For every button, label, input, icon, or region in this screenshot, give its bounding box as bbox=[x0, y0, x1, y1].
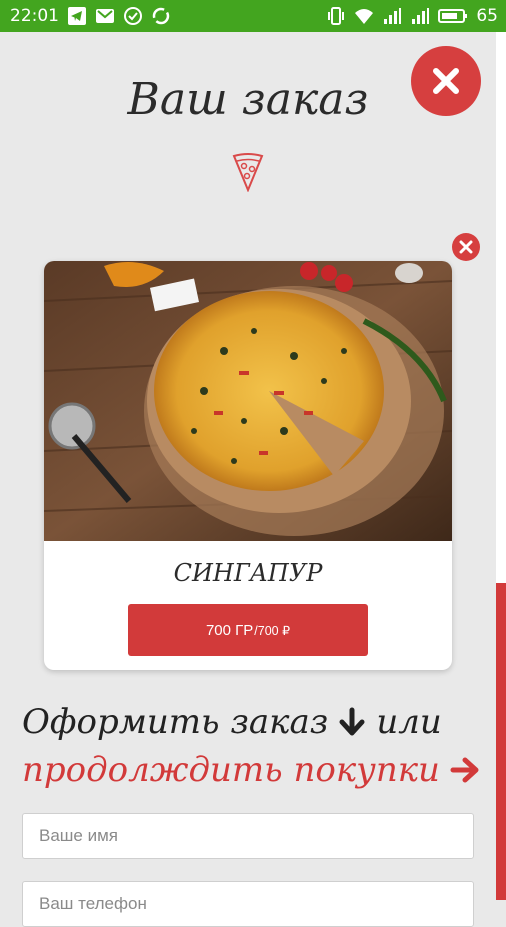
status-time: 22:01 bbox=[10, 6, 59, 26]
arrow-down-icon bbox=[338, 707, 366, 737]
check-circle-icon bbox=[123, 6, 143, 26]
signal-1-icon bbox=[382, 6, 402, 26]
remove-item-button[interactable] bbox=[452, 233, 480, 261]
pizza-photo bbox=[44, 261, 452, 541]
price-button[interactable]: 700 ГР/700 ₽ bbox=[128, 604, 368, 656]
checkout-heading: Оформить заказ или bbox=[22, 702, 442, 742]
status-bar-right: 65 bbox=[326, 6, 498, 26]
or-label: или bbox=[376, 702, 442, 742]
battery-level: 65 bbox=[476, 6, 498, 26]
page-title: Ваш заказ bbox=[127, 74, 369, 125]
checkout-label: Оформить заказ bbox=[22, 702, 329, 742]
status-bar-left: 22:01 bbox=[10, 6, 171, 26]
battery-icon bbox=[438, 6, 468, 26]
continue-shopping-label: продолждить покупки bbox=[22, 750, 440, 790]
pizza-slice-icon bbox=[232, 153, 264, 192]
continue-shopping-link[interactable]: продолждить покупки bbox=[22, 750, 490, 790]
telegram-icon bbox=[67, 6, 87, 26]
wifi-icon bbox=[354, 6, 374, 26]
item-name: СИНГАПУР bbox=[173, 559, 323, 587]
close-icon bbox=[459, 240, 473, 254]
phone-input[interactable] bbox=[22, 881, 474, 927]
sync-icon bbox=[151, 6, 171, 26]
name-input[interactable] bbox=[22, 813, 474, 859]
signal-2-icon bbox=[410, 6, 430, 26]
mail-icon bbox=[95, 6, 115, 26]
vibrate-icon bbox=[326, 6, 346, 26]
scrollbar-thumb[interactable] bbox=[496, 583, 506, 900]
item-price: /700 ₽ bbox=[254, 623, 291, 638]
cart-item-card: СИНГАПУР 700 ГР/700 ₽ bbox=[44, 261, 452, 670]
arrow-right-icon bbox=[450, 756, 480, 784]
item-weight: 700 ГР bbox=[205, 621, 254, 639]
status-bar: 22:01 65 bbox=[0, 0, 506, 32]
